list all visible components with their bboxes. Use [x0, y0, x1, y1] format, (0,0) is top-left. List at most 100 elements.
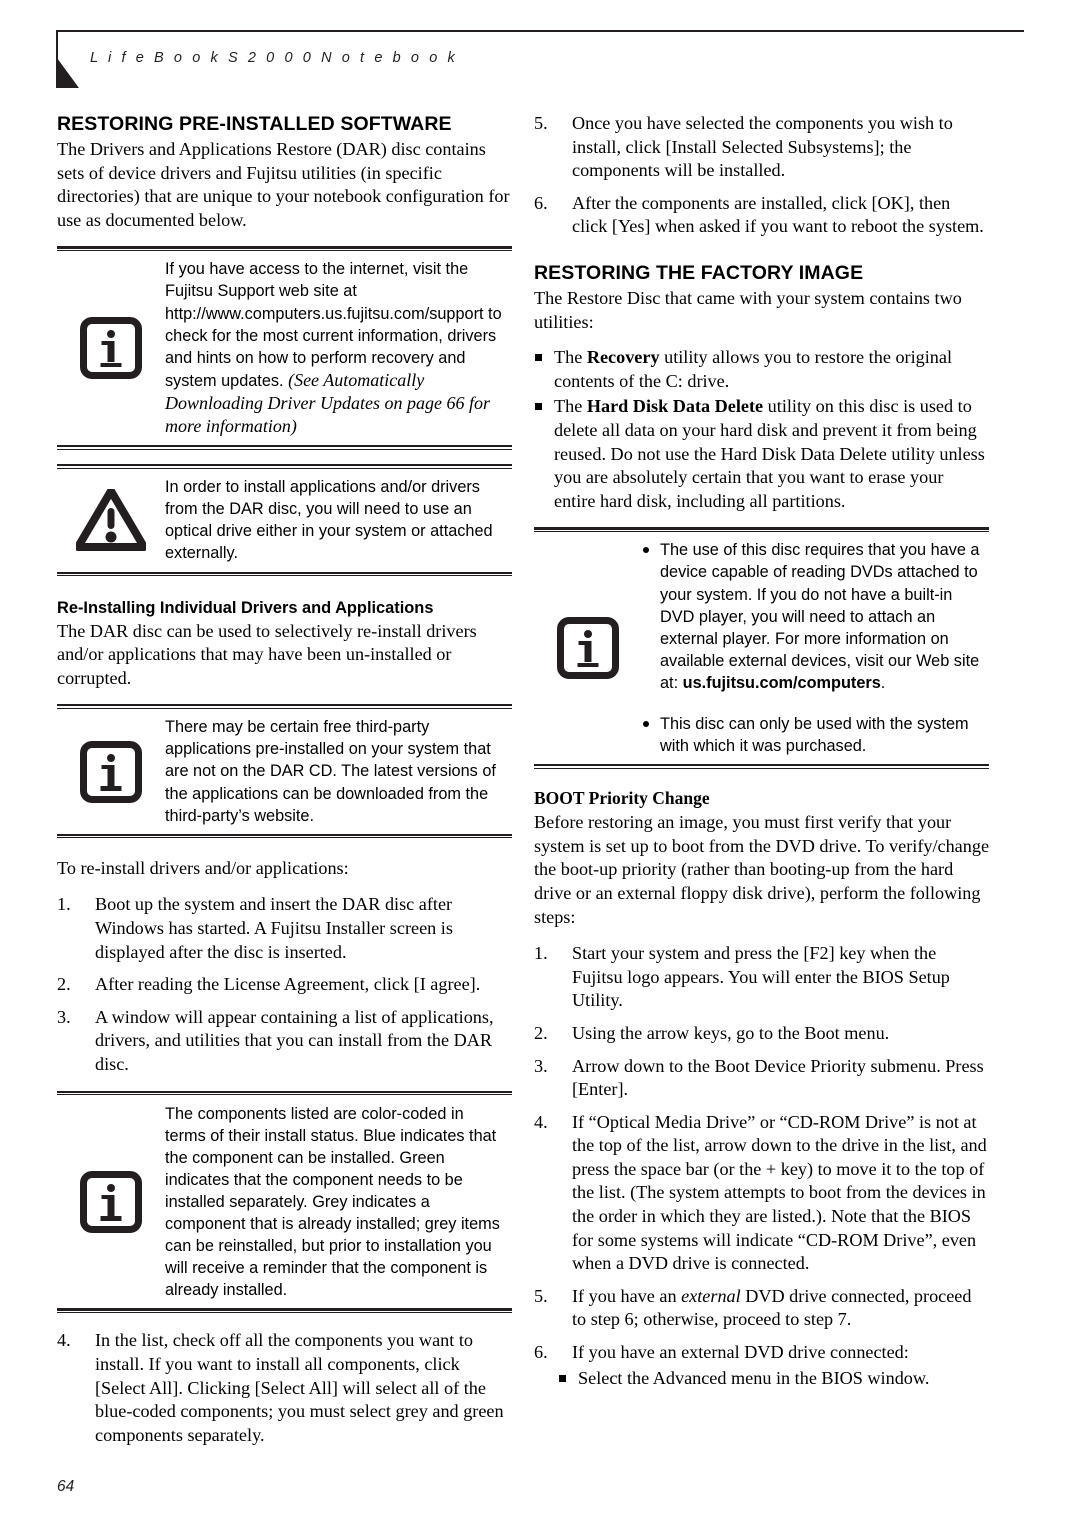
info-icon: [80, 1170, 142, 1233]
note-text-optical-drive: In order to install applications and/or …: [165, 478, 493, 563]
substep-text: Select the Advanced menu in the BIOS win…: [578, 1367, 930, 1388]
note-text-color-coded: The components listed are color-coded in…: [165, 1104, 500, 1300]
step-text: A window will appear containing a list o…: [95, 1006, 494, 1074]
step-text: Once you have selected the components yo…: [572, 113, 953, 181]
left-column: RESTORING PRE-INSTALLED SOFTWARE The Dri…: [57, 112, 512, 1447]
note-text-disc-requirements: The use of this disc requires that you h…: [642, 539, 989, 757]
list-item: Select the Advanced menu in the BIOS win…: [534, 1367, 989, 1391]
step-text: After the components are installed, clic…: [572, 192, 984, 237]
list-item: 1. Boot up the system and insert the DAR…: [57, 893, 512, 964]
step-text: After reading the License Agreement, cli…: [95, 974, 481, 995]
utilities-list: The Recovery utility allows you to resto…: [534, 346, 989, 513]
numbered-steps-left-after-note: 4. In the list, check off all the compon…: [57, 1329, 512, 1447]
bullet-text: This disc can only be used with the syst…: [660, 714, 969, 756]
note-icon-wrapper: [57, 489, 165, 552]
note-box-disc-requirements: The use of this disc requires that you h…: [534, 527, 989, 769]
step-prefix: If you have an: [572, 1285, 682, 1306]
list-item: The Hard Disk Data Delete utility on thi…: [534, 395, 989, 513]
list-item: 3. Arrow down to the Boot Device Priorit…: [534, 1055, 989, 1102]
list-item: The Recovery utility allows you to resto…: [534, 346, 989, 393]
step-number: 2.: [534, 1022, 548, 1043]
step-number: 3.: [57, 1006, 71, 1027]
round-bullet-icon: [643, 547, 649, 554]
step-number: 1.: [57, 894, 71, 915]
list-item: The use of this disc requires that you h…: [642, 539, 985, 694]
info-icon: [80, 740, 142, 803]
utility-prefix: The: [554, 396, 587, 417]
intro-paragraph-right: The Restore Disc that came with your sys…: [534, 287, 962, 332]
step-number: 4.: [534, 1111, 548, 1132]
step-number: 3.: [534, 1055, 548, 1076]
step-text: If “Optical Media Drive” or “CD-ROM Driv…: [572, 1111, 987, 1274]
step-text: Boot up the system and insert the DAR di…: [95, 894, 453, 962]
note-rule-top: [57, 704, 512, 709]
lead-in-reinstall: To re-install drivers and/or application…: [57, 857, 349, 878]
note-box-third-party: There may be certain free third-party ap…: [57, 704, 512, 839]
step-number: 6.: [534, 1342, 548, 1363]
warning-icon: [76, 489, 146, 552]
list-item: This disc can only be used with the syst…: [642, 713, 985, 757]
square-bullet-icon: [535, 403, 542, 411]
note-rule-top: [57, 1090, 512, 1096]
note-text-third-party: There may be certain free third-party ap…: [165, 718, 496, 825]
note-icon-wrapper: [57, 740, 165, 803]
header-rule: [56, 30, 1024, 32]
document-page: L i f e B o o k S 2 0 0 0 N o t e b o o …: [0, 0, 1080, 1534]
step-number: 6.: [534, 192, 548, 213]
list-item: 6. If you have an external DVD drive con…: [534, 1341, 989, 1365]
list-item: 2. After reading the License Agreement, …: [57, 973, 512, 997]
step-number: 1.: [534, 943, 548, 964]
note-box-optical-drive: In order to install applications and/or …: [57, 464, 512, 576]
note-rule-bottom: [534, 764, 989, 769]
subsection-heading-reinstalling-drivers: Re-Installing Individual Drivers and App…: [57, 598, 434, 617]
note-box-internet-support: If you have access to the internet, visi…: [57, 246, 512, 450]
note-rule-bottom: [57, 1308, 512, 1313]
square-bullet-icon: [535, 354, 542, 362]
square-bullet-icon: [559, 1374, 566, 1382]
list-item: 3. A window will appear containing a lis…: [57, 1006, 512, 1077]
header-title: L i f e B o o k S 2 0 0 0 N o t e b o o …: [90, 50, 458, 66]
step-text: Using the arrow keys, go to the Boot men…: [572, 1022, 890, 1043]
subsection-paragraph-right: Before restoring an image, you must firs…: [534, 812, 990, 927]
note-rule-bottom: [57, 571, 512, 577]
step-text: Start your system and press the [F2] key…: [572, 943, 950, 1011]
page-number: 64: [57, 1478, 75, 1495]
note-rule-bottom: [57, 833, 512, 839]
utility-name: Hard Disk Data Delete: [586, 396, 764, 417]
note-icon-wrapper: [57, 317, 165, 380]
step-text: Arrow down to the Boot Device Priority s…: [572, 1055, 984, 1100]
numbered-steps-left: 1. Boot up the system and insert the DAR…: [57, 893, 512, 1076]
step-italic: external: [681, 1285, 741, 1306]
step-text: In the list, check off all the component…: [95, 1330, 504, 1445]
step-number: 2.: [57, 974, 71, 995]
bullet-text: The use of this disc requires that you h…: [660, 541, 980, 692]
note-rule-top: [57, 246, 512, 251]
bullet-url: us.fujitsu.com/computers: [682, 673, 881, 692]
note-icon-wrapper: [57, 1170, 165, 1233]
step-text: If you have an external DVD drive connec…: [572, 1342, 909, 1363]
list-item: 1. Start your system and press the [F2] …: [534, 942, 989, 1013]
subsection-paragraph-left: The DAR disc can be used to selectively …: [57, 620, 477, 688]
step-number: 4.: [57, 1330, 71, 1351]
step-number: 5.: [534, 113, 548, 133]
note-icon-wrapper: [534, 617, 642, 680]
section-heading-restoring-factory-image: RESTORING THE FACTORY IMAGE: [534, 261, 864, 284]
intro-paragraph-left: The Drivers and Applications Restore (DA…: [57, 139, 510, 230]
info-icon: [557, 617, 619, 680]
list-item: 4. In the list, check off all the compon…: [57, 1329, 512, 1447]
step-number: 5.: [534, 1285, 548, 1306]
note-rule-bottom: [57, 445, 512, 450]
list-item: 5. Once you have selected the components…: [534, 112, 989, 183]
bullet-tail: .: [880, 673, 886, 692]
utility-name: Recovery: [586, 347, 660, 368]
numbered-steps-boot-priority: 1. Start your system and press the [F2] …: [534, 942, 989, 1365]
round-bullet-icon: [643, 720, 649, 727]
step6-sublist: Select the Advanced menu in the BIOS win…: [534, 1367, 989, 1391]
list-item: 5. If you have an external DVD drive con…: [534, 1285, 989, 1332]
note-rule-top: [57, 464, 512, 469]
list-item: 6. After the components are installed, c…: [534, 192, 989, 239]
header-triangle-mark: [57, 58, 79, 88]
numbered-steps-right-continued: 5. Once you have selected the components…: [534, 112, 989, 239]
list-item: 2. Using the arrow keys, go to the Boot …: [534, 1022, 989, 1046]
note-rule-top: [534, 527, 989, 532]
